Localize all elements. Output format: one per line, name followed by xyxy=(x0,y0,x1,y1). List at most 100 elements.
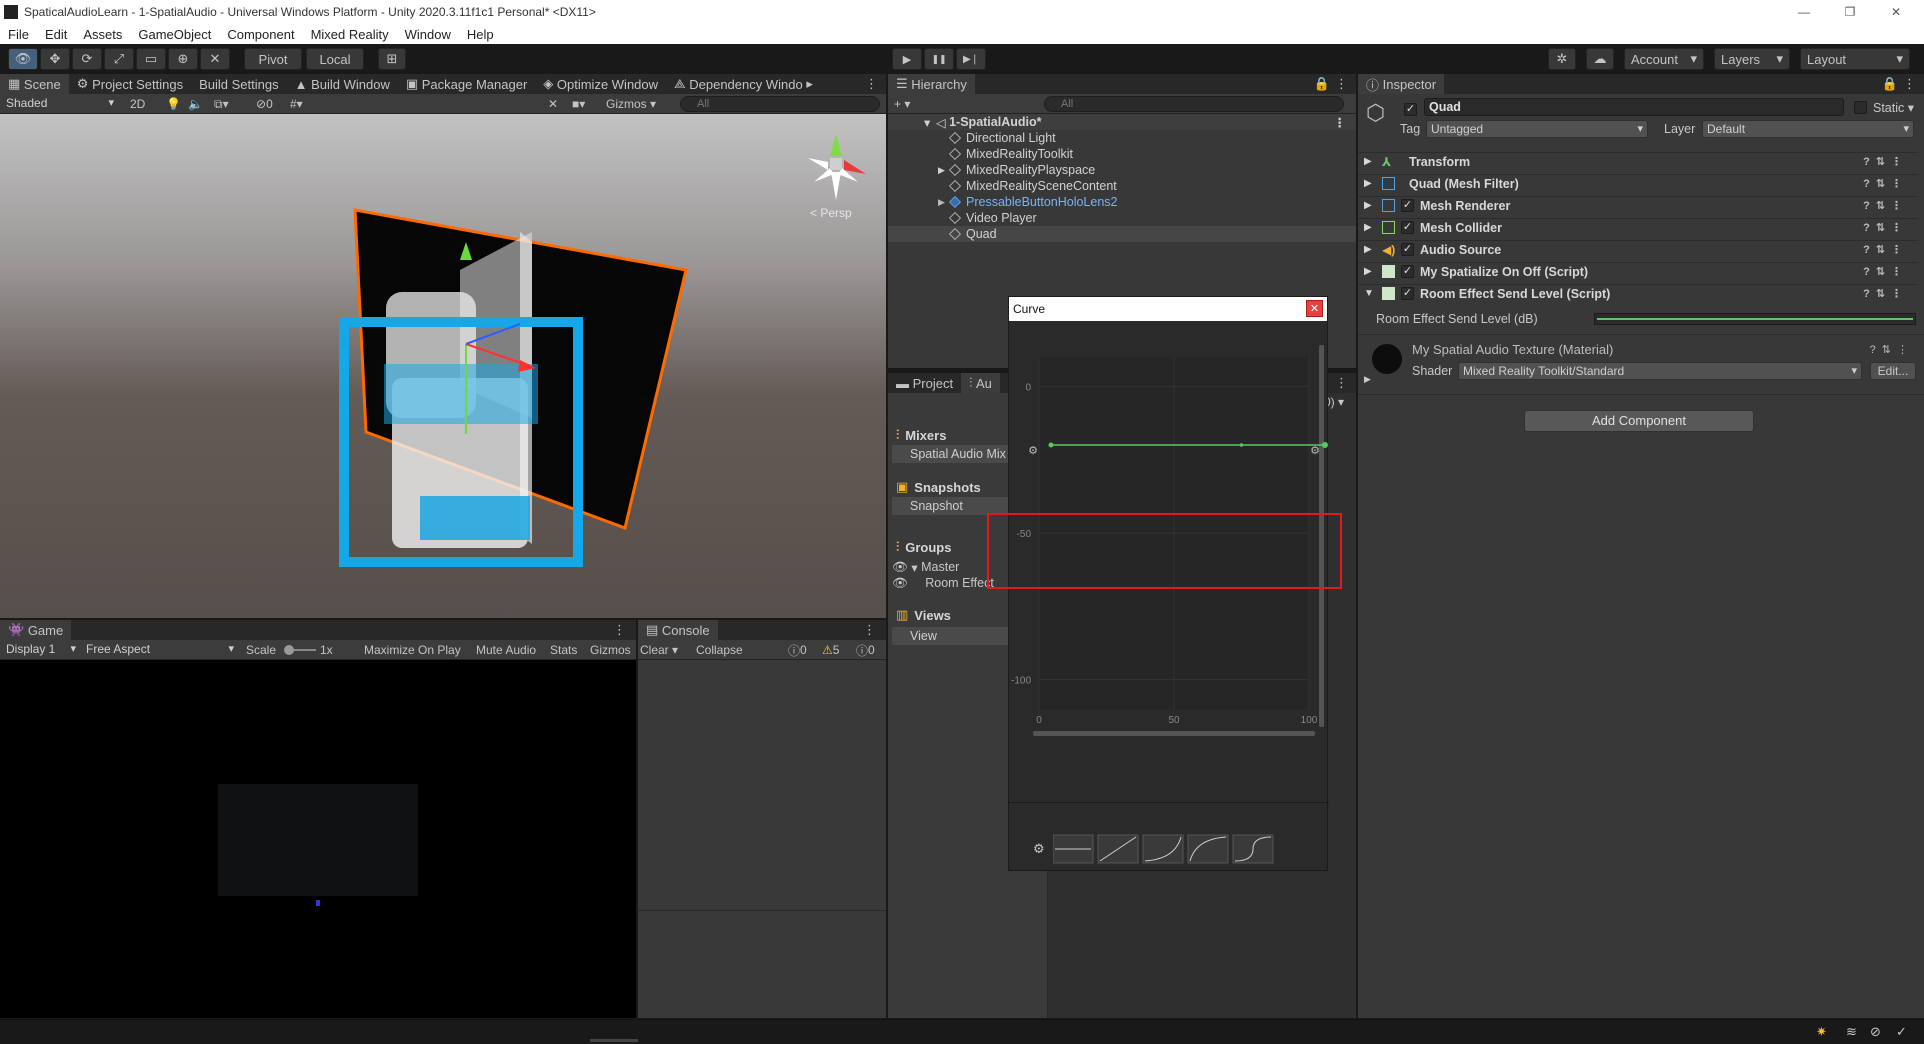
console-log-area[interactable] xyxy=(638,660,886,1018)
network-icon[interactable]: ⊘ xyxy=(1870,1024,1881,1040)
scale-slider-thumb[interactable] xyxy=(284,645,294,655)
menu-edit[interactable]: Edit xyxy=(37,27,75,42)
minimize-button[interactable]: — xyxy=(1784,0,1824,24)
tab-package-manager[interactable]: ▣ Package Manager xyxy=(398,74,535,94)
shading-dropdown[interactable]: Shaded xyxy=(2,95,118,113)
chevron-down-icon[interactable]: ▼ xyxy=(1364,288,1382,299)
curve-close-button[interactable]: ✕ xyxy=(1306,300,1323,317)
transform-tool-icon[interactable]: ⊕ xyxy=(168,48,198,70)
hierarchy-item-directional-light[interactable]: Directional Light xyxy=(888,130,1056,146)
static-toggle[interactable]: Static ▾ xyxy=(1854,100,1914,115)
view-tool-icon[interactable]: 👁 xyxy=(8,48,38,70)
more-menu-icon[interactable]: ⋮ xyxy=(865,76,878,92)
chevron-right-icon[interactable]: ▶ xyxy=(1364,222,1382,233)
preset-flat[interactable] xyxy=(1053,834,1094,864)
tab-game[interactable]: 👾 Game xyxy=(0,620,72,640)
component-mesh-filter[interactable]: ▶ Quad (Mesh Filter) ?⇅⋮ xyxy=(1358,174,1918,192)
layout-dropdown[interactable]: Layout ▾ xyxy=(1800,48,1910,70)
close-window-button[interactable]: ✕ xyxy=(1876,0,1916,24)
play-button[interactable]: ▶ xyxy=(892,48,922,70)
layer-dropdown[interactable]: Default xyxy=(1702,120,1914,138)
perspective-label[interactable]: < Persp xyxy=(810,206,852,220)
curve-key-end[interactable] xyxy=(1322,442,1328,448)
hierarchy-add-button[interactable]: + ▾ xyxy=(894,94,910,114)
scale-tool-icon[interactable]: ⤢ xyxy=(104,48,134,70)
hierarchy-item-mrtk[interactable]: MixedRealityToolkit xyxy=(888,146,1073,162)
chevron-right-icon[interactable]: ▶ xyxy=(1364,200,1382,211)
step-button[interactable]: ▶❘ xyxy=(956,48,986,70)
console-clear-button[interactable]: Clear ▾ xyxy=(640,640,678,660)
component-tools[interactable]: ?⇅⋮ xyxy=(1863,243,1908,256)
local-button[interactable]: Local xyxy=(306,48,364,70)
component-tools[interactable]: ?⇅⋮ xyxy=(1863,177,1908,190)
tab-optimize-window[interactable]: ◈ Optimize Window xyxy=(535,74,666,94)
component-enabled-toggle[interactable]: ✓ xyxy=(1401,265,1414,278)
effects-dropdown-icon[interactable]: ⧉▾ xyxy=(214,94,229,114)
scene-orientation-gizmo[interactable] xyxy=(808,134,866,200)
rect-tool-icon[interactable]: ▭ xyxy=(136,48,166,70)
tab-project-settings[interactable]: ⚙ Project Settings xyxy=(69,74,191,94)
mixer-item[interactable]: Spatial Audio Mix xyxy=(892,445,1008,463)
component-room-effect-script[interactable]: ▼ ✓ Room Effect Send Level (Script) ?⇅⋮ xyxy=(1358,284,1918,302)
tab-scene[interactable]: ▦ Scene xyxy=(0,74,69,94)
menu-help[interactable]: Help xyxy=(459,27,502,42)
pause-button[interactable]: ❚❚ xyxy=(924,48,954,70)
curve-key-mid[interactable] xyxy=(1239,443,1244,447)
cache-server-icon[interactable]: ≋ xyxy=(1846,1024,1857,1040)
more-menu-icon[interactable]: ⋮ xyxy=(613,622,626,638)
preset-ease-in-out[interactable] xyxy=(1232,834,1274,864)
console-warning-filter[interactable]: ⚠ 5 xyxy=(822,640,839,660)
menu-assets[interactable]: Assets xyxy=(75,27,130,42)
collab-status-icon[interactable]: ✓ xyxy=(1896,1024,1907,1040)
lighting-toggle-icon[interactable]: 💡 xyxy=(166,94,181,114)
mute-audio-toggle[interactable]: Mute Audio xyxy=(476,640,536,660)
audio-toggle-icon[interactable]: 🔈 xyxy=(188,94,203,114)
curve-h-scrollbar[interactable] xyxy=(1033,731,1315,736)
add-component-button[interactable]: Add Component xyxy=(1524,410,1754,432)
gear-icon[interactable]: ⚙ xyxy=(1033,841,1045,857)
hierarchy-item-pressable-button[interactable]: ▶ PressableButtonHoloLens2 xyxy=(888,194,1118,210)
component-enabled-toggle[interactable]: ✓ xyxy=(1401,287,1414,300)
menu-component[interactable]: Component xyxy=(219,27,302,42)
tab-project[interactable]: ▬ Project xyxy=(888,373,961,393)
grid-snap-icon[interactable]: ⊞ xyxy=(378,48,406,70)
tag-dropdown[interactable]: Untagged xyxy=(1426,120,1648,138)
component-tools[interactable]: ?⇅⋮ xyxy=(1863,221,1908,234)
tab-hierarchy[interactable]: ☰ Hierarchy xyxy=(888,74,975,94)
component-mesh-collider[interactable]: ▶ ✓ Mesh Collider ?⇅⋮ xyxy=(1358,218,1918,236)
component-enabled-toggle[interactable]: ✓ xyxy=(1401,221,1414,234)
pre-wrap-gear-icon[interactable]: ⚙ xyxy=(1028,445,1038,457)
hidden-objects-icon[interactable]: ⊘ 0 xyxy=(256,94,273,114)
collab-icon[interactable]: ✲ xyxy=(1548,48,1576,70)
active-toggle[interactable]: ✓ xyxy=(1404,100,1423,116)
console-error-filter[interactable]: ⓘ 0 xyxy=(856,640,875,660)
game-viewport[interactable] xyxy=(0,660,636,1018)
post-wrap-gear-icon[interactable]: ⚙ xyxy=(1310,445,1320,457)
display-dropdown[interactable]: Display 1 xyxy=(2,641,80,659)
tab-build-settings[interactable]: Build Settings xyxy=(191,74,287,94)
component-transform[interactable]: ▶ ⅄ Transform ?⇅⋮ xyxy=(1358,152,1918,170)
chevron-right-icon[interactable]: ▶ xyxy=(1364,178,1382,189)
tab-dependency-window[interactable]: ⟁ Dependency Windo ▸ xyxy=(666,74,821,94)
game-gizmos-toggle[interactable]: Gizmos xyxy=(590,640,631,660)
lighting-status-icon[interactable]: ✷ xyxy=(1816,1024,1827,1040)
preset-ease-in[interactable] xyxy=(1142,834,1184,864)
grid-dropdown-icon[interactable]: #▾ xyxy=(290,94,303,114)
restore-button[interactable]: ❐ xyxy=(1830,0,1870,24)
component-tools[interactable]: ?⇅⋮ xyxy=(1863,287,1908,300)
custom-tool-icon[interactable]: ✕ xyxy=(200,48,230,70)
menu-mixed-reality[interactable]: Mixed Reality xyxy=(303,27,397,42)
more-menu-icon[interactable]: ⋮ xyxy=(1335,375,1348,391)
layers-dropdown[interactable]: Layers ▾ xyxy=(1714,48,1790,70)
component-audio-source[interactable]: ▶ ◀) ✓ Audio Source ?⇅⋮ xyxy=(1358,240,1918,258)
hierarchy-item-playspace[interactable]: ▶ MixedRealityPlayspace xyxy=(888,162,1095,178)
menu-file[interactable]: File xyxy=(0,27,37,42)
chevron-right-icon[interactable]: ▶ xyxy=(1364,374,1371,385)
component-tools[interactable]: ?⇅⋮ xyxy=(1863,155,1908,168)
view-item[interactable]: View xyxy=(892,627,1008,645)
component-spatialize-script[interactable]: ▶ ✓ My Spatialize On Off (Script) ?⇅⋮ xyxy=(1358,262,1918,280)
shader-edit-button[interactable]: Edit... xyxy=(1870,362,1916,380)
scene-search-input[interactable]: All xyxy=(680,96,880,112)
account-dropdown[interactable]: Account ▾ xyxy=(1624,48,1704,70)
hierarchy-item-scene-content[interactable]: MixedRealitySceneContent xyxy=(888,178,1117,194)
